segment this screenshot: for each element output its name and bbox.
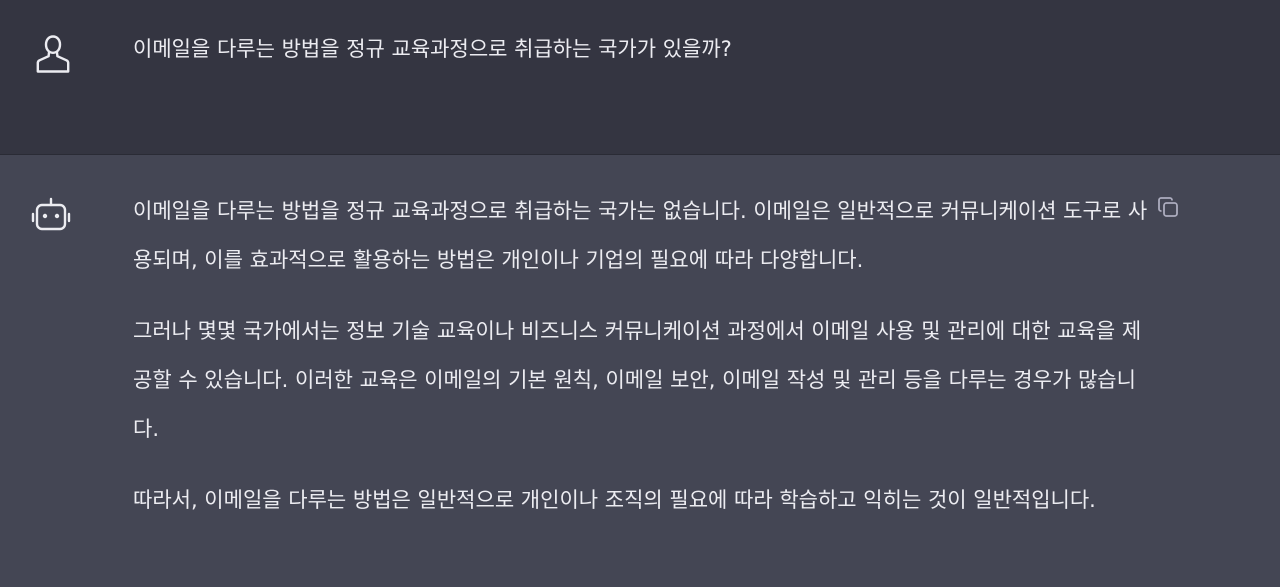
assistant-avatar [29,193,73,237]
robot-icon [31,197,71,231]
assistant-paragraph: 이메일을 다루는 방법을 정규 교육과정으로 취급하는 국가는 없습니다. 이메… [133,199,1148,272]
user-message-text: 이메일을 다루는 방법을 정규 교육과정으로 취급하는 국가가 있을까? [133,37,732,61]
assistant-paragraph: 그러나 몇몇 국가에서는 정보 기술 교육이나 비즈니스 커뮤니케이션 과정에서… [133,319,1142,441]
assistant-message-row: 이메일을 다루는 방법을 정규 교육과정으로 취급하는 국가는 없습니다. 이메… [0,155,1280,587]
assistant-paragraph: 따라서, 이메일을 다루는 방법은 일반적으로 개인이나 조직의 필요에 따라 … [133,488,1096,512]
user-avatar [31,30,75,74]
copy-icon [1158,197,1178,217]
assistant-message-text: 이메일을 다루는 방법을 정규 교육과정으로 취급하는 국가는 없습니다. 이메… [133,187,1148,547]
user-icon [36,35,70,73]
copy-button[interactable] [1154,193,1182,221]
chat-thread: 이메일을 다루는 방법을 정규 교육과정으로 취급하는 국가가 있을까? 이메일… [0,0,1280,587]
user-message-row: 이메일을 다루는 방법을 정규 교육과정으로 취급하는 국가가 있을까? [0,0,1280,155]
